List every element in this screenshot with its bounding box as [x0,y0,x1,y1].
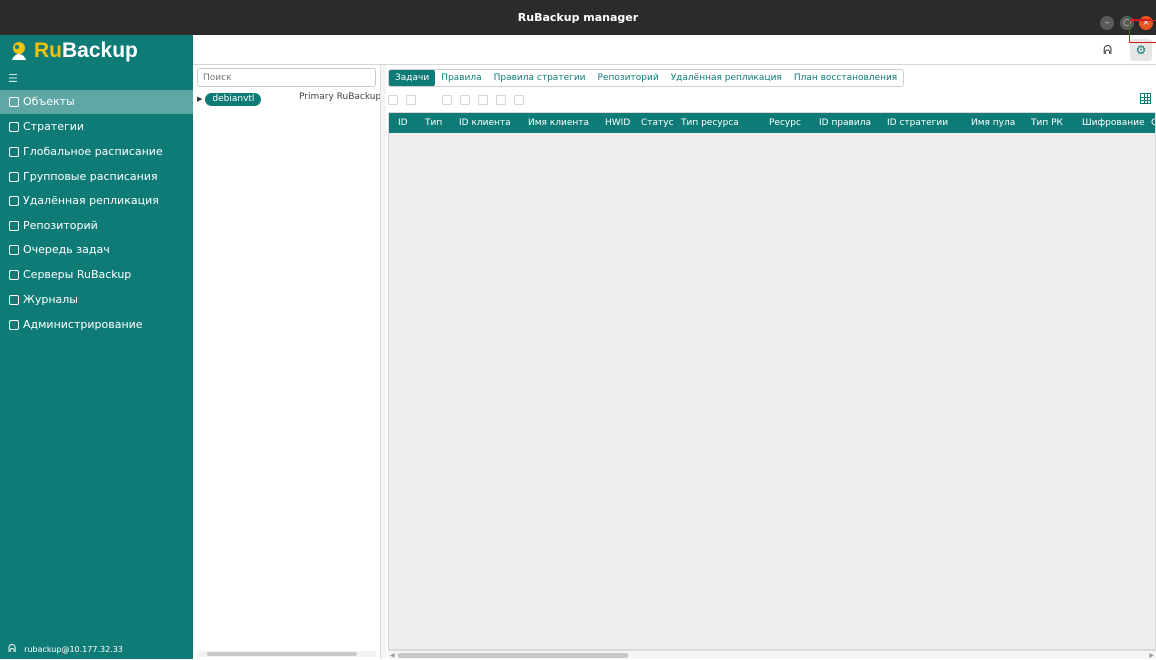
column-header[interactable]: Тип РК [1031,113,1063,133]
sidebar-item-logs[interactable]: Журналы [0,288,193,312]
scrollbar-thumb[interactable] [398,653,628,658]
sidebar-item-label: Глобальное расписание [23,145,163,158]
panel-splitter[interactable] [380,65,386,659]
column-header[interactable]: ID правила [819,113,871,133]
sidebar-item-label: Групповые расписания [23,170,158,183]
minimize-button[interactable]: – [1100,16,1114,30]
column-header[interactable]: Тип ресурса [681,113,739,133]
tab-remote-replication[interactable]: Удалённая репликация [665,70,788,86]
admin-icon [9,320,19,330]
tree-node[interactable]: ▶ debianvtl [197,92,262,106]
column-header[interactable]: HWID [605,113,630,133]
annotation-box [1129,20,1156,43]
sidebar-item-task-queue[interactable]: Очередь задач [0,238,193,262]
sidebar-item-label: Очередь задач [23,243,110,256]
sidebar-item-group-schedules[interactable]: Групповые расписания [0,165,193,189]
replication-icon [9,196,19,206]
app-logo: Ru Backup [8,38,138,64]
current-user: ᕱ rubackup@10.177.32.33 [8,642,123,656]
search-input[interactable] [197,68,376,87]
collapse-sidebar-icon[interactable]: ☰ [8,72,18,85]
expand-arrow-icon[interactable]: ▶ [197,95,202,103]
tab-tasks[interactable]: Задачи [389,70,436,86]
tab-strategy-rules[interactable]: Правила стратегии [488,70,592,86]
monitor-icon [9,97,19,107]
sidebar-item-label: Объекты [23,95,75,108]
sidebar-item-objects[interactable]: Объекты [0,90,193,114]
restart-icon[interactable] [496,95,506,105]
sidebar-item-label: Удалённая репликация [23,194,159,207]
column-header[interactable]: Имя пула [971,113,1015,133]
top-toolbar: ᕱ ⚙ [193,35,1156,65]
tree-node-name[interactable]: debianvtl [205,92,262,106]
sidebar-item-label: Администрирование [23,318,143,331]
tab-bar: Задачи Правила Правила стратегии Репозит… [388,69,905,87]
user-icon[interactable]: ᕱ [1103,43,1112,58]
calendar-icon [9,147,19,157]
column-header[interactable]: Статус [641,113,674,133]
clear-icon[interactable] [514,95,524,105]
cancel-icon[interactable] [442,95,452,105]
logo-ru: Ru [34,39,62,62]
object-tree-panel: ▶ debianvtl Primary RuBackup se [193,65,380,659]
delete-icon[interactable] [478,95,488,105]
column-header[interactable]: ID [398,113,408,133]
server-icon [9,270,19,280]
sidebar: Ru Backup ☰ Объекты Стратегии Глобальное … [0,35,193,659]
repository-icon [9,221,19,231]
rubackup-logo-icon [12,42,26,60]
sidebar-item-remote-replication[interactable]: Удалённая репликация [0,189,193,213]
logo-backup: Backup [62,39,138,62]
table-header: ID Тип ID клиента Имя клиента HWID Стату… [389,113,1155,133]
log-icon [9,295,19,305]
sidebar-item-administration[interactable]: Администрирование [0,313,193,337]
column-header[interactable]: Имя клиента [528,113,589,133]
tree-node-description: Primary RuBackup se [299,92,380,102]
table-toolbar [388,93,532,107]
sidebar-item-label: Журналы [23,293,78,306]
column-settings-icon[interactable] [1140,93,1151,104]
window-title: RuBackup manager [517,11,639,24]
import-icon[interactable] [406,95,416,105]
group-calendar-icon [9,172,19,182]
copy-icon[interactable] [460,95,470,105]
sidebar-item-label: Серверы RuBackup [23,268,132,281]
scrollbar-thumb[interactable] [207,652,357,656]
tab-rules[interactable]: Правила [435,70,487,86]
column-header[interactable]: ID стратегии [887,113,948,133]
sidebar-item-repository[interactable]: Репозиторий [0,214,193,238]
sidebar-item-servers[interactable]: Серверы RuBackup [0,263,193,287]
column-header[interactable]: Тип [425,113,442,133]
tree-horizontal-scrollbar[interactable] [197,651,376,657]
sidebar-item-global-schedule[interactable]: Глобальное расписание [0,140,193,164]
column-header[interactable]: Шифрование [1082,113,1144,133]
sidebar-item-strategies[interactable]: Стратегии [0,115,193,139]
tasks-table: ID Тип ID клиента Имя клиента HWID Стату… [388,112,1156,650]
column-header[interactable]: Ресурс [769,113,801,133]
tab-repository[interactable]: Репозиторий [592,70,665,86]
column-header[interactable]: ID клиента [459,113,511,133]
sidebar-item-label: Репозиторий [23,219,98,232]
export-icon[interactable] [388,95,398,105]
current-user-label: rubackup@10.177.32.33 [24,644,123,654]
table-horizontal-scrollbar[interactable]: ◀ ▶ [388,650,1156,659]
strategy-icon [9,122,19,132]
queue-icon [9,245,19,255]
user-icon: ᕱ [8,642,17,655]
sidebar-item-label: Стратегии [23,120,85,133]
window-titlebar: RuBackup manager – ○ × [0,0,1156,35]
column-header[interactable]: С [1151,113,1155,133]
tab-recovery-plan[interactable]: План восстановления [788,70,903,86]
